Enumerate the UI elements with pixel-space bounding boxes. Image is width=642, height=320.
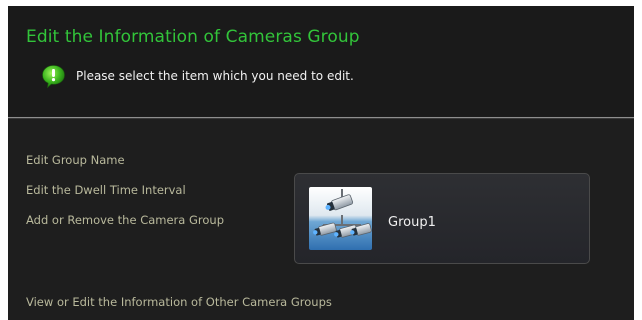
hint-row: Please select the item which you need to…: [41, 63, 354, 89]
camera-group-icon: [309, 187, 372, 250]
info-bubble-icon: [42, 64, 65, 88]
edit-camera-group-panel: Edit the Information of Cameras Group Pl…: [8, 6, 634, 320]
hint-text: Please select the item which you need to…: [76, 69, 354, 83]
edit-group-name-link[interactable]: Edit Group Name: [26, 153, 125, 167]
add-remove-camera-group-link[interactable]: Add or Remove the Camera Group: [26, 213, 224, 227]
edit-dwell-time-link[interactable]: Edit the Dwell Time Interval: [26, 183, 186, 197]
page-title: Edit the Information of Cameras Group: [26, 27, 360, 47]
header: Edit the Information of Cameras Group Pl…: [8, 6, 634, 116]
group-name-label: Group1: [388, 215, 436, 230]
camera-group-card[interactable]: Group1: [294, 173, 590, 264]
other-camera-groups-link[interactable]: View or Edit the Information of Other Ca…: [26, 295, 332, 309]
